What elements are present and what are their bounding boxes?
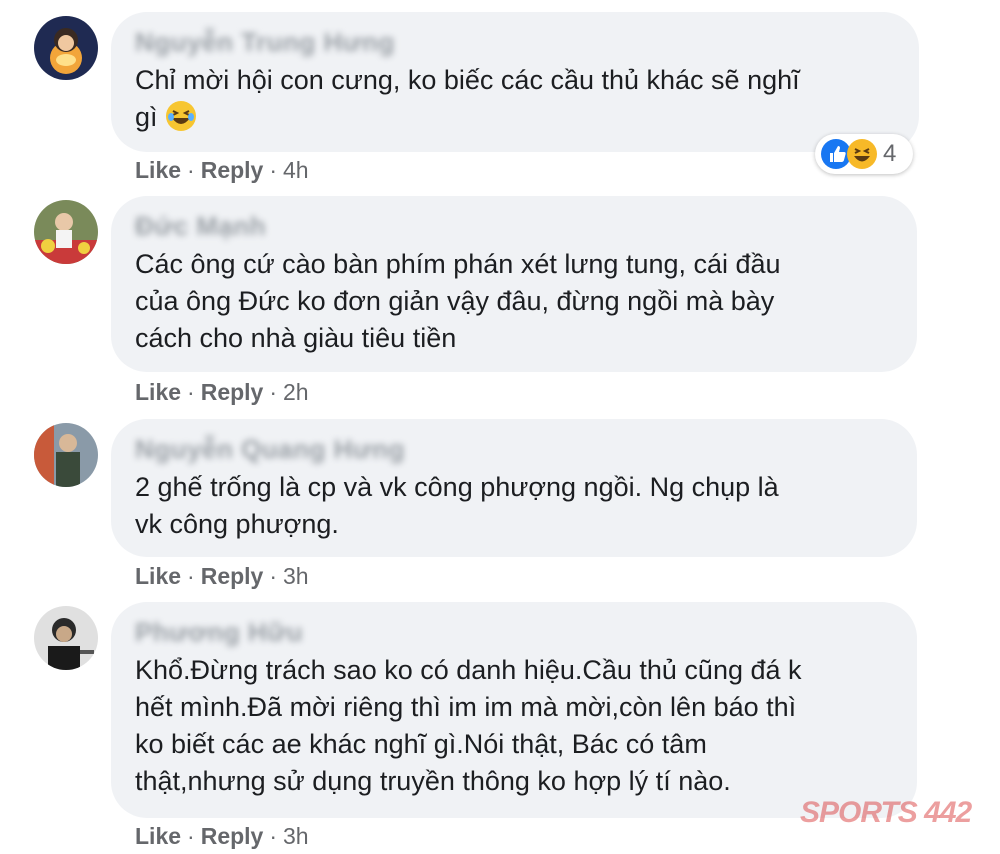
comment-bubble: Phương Hữu Khổ.Đừng trách sao ko có danh…	[111, 602, 917, 818]
comment-text: Khổ.Đừng trách sao ko có danh hiệu.Cầu t…	[135, 655, 802, 796]
reply-button[interactable]: Reply	[201, 379, 264, 405]
comment-actions: Like · Reply · 2h	[135, 379, 309, 406]
separator: ·	[187, 379, 195, 405]
timestamp[interactable]: 4h	[283, 157, 309, 183]
separator: ·	[269, 157, 278, 183]
avatar[interactable]	[34, 606, 98, 670]
separator: ·	[269, 379, 278, 405]
comment-text: Các ông cứ cào bàn phím phán xét lưng tu…	[135, 249, 781, 353]
comment-text: Chỉ mời hội con cưng, ko biếc các cầu th…	[135, 65, 800, 132]
comment-actions: Like · Reply · 3h	[135, 823, 309, 850]
reply-button[interactable]: Reply	[201, 823, 264, 849]
reply-button[interactable]: Reply	[201, 563, 264, 589]
avatar[interactable]	[34, 423, 98, 487]
watermark-logo: SPORTS 442	[800, 796, 972, 829]
author-name[interactable]: Nguyễn Quang Hưng	[135, 433, 405, 467]
like-button[interactable]: Like	[135, 379, 181, 405]
comment-bubble: Nguyễn Trung Hưng Chỉ mời hội con cưng, …	[111, 12, 919, 152]
separator: ·	[187, 157, 195, 183]
separator: ·	[187, 823, 195, 849]
avatar[interactable]	[34, 200, 98, 264]
timestamp[interactable]: 3h	[283, 563, 309, 589]
reactions-summary[interactable]: 4	[815, 134, 913, 174]
like-button[interactable]: Like	[135, 157, 181, 183]
comment-actions: Like · Reply · 3h	[135, 563, 309, 590]
reply-button[interactable]: Reply	[201, 157, 264, 183]
comment-bubble: Đức Mạnh Các ông cứ cào bàn phím phán xé…	[111, 196, 917, 372]
comment-actions: Like · Reply · 4h	[135, 157, 309, 184]
author-name[interactable]: Nguyễn Trung Hưng	[135, 26, 395, 60]
like-button[interactable]: Like	[135, 823, 181, 849]
haha-reaction-icon	[847, 139, 877, 169]
timestamp[interactable]: 3h	[283, 823, 309, 849]
separator: ·	[187, 563, 195, 589]
author-name[interactable]: Đức Mạnh	[135, 210, 266, 244]
avatar[interactable]	[34, 16, 98, 80]
author-name[interactable]: Phương Hữu	[135, 616, 303, 650]
like-button[interactable]: Like	[135, 563, 181, 589]
separator: ·	[269, 563, 278, 589]
reaction-count: 4	[883, 140, 897, 167]
separator: ·	[269, 823, 278, 849]
timestamp[interactable]: 2h	[283, 379, 309, 405]
laughing-emoji-icon	[165, 100, 197, 132]
comment-bubble: Nguyễn Quang Hưng 2 ghế trống là cp và v…	[111, 419, 917, 557]
comment-text: 2 ghế trống là cp và vk công phượng ngồi…	[135, 472, 779, 539]
